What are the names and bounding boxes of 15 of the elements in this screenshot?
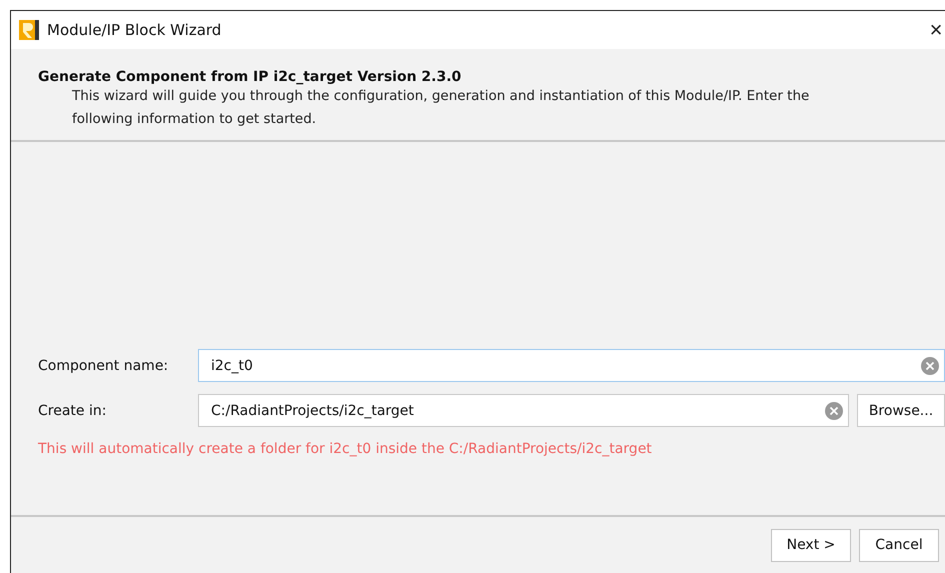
window-title: Module/IP Block Wizard [47,21,222,39]
app-logo-icon [19,20,39,40]
wizard-description: This wizard will guide you through the configuration, generation and instantiation of this Module/IP. Enter the following information to get started. [71,87,810,129]
info-message: This will automatically create a folder for i2c_t0 inside the C:/RadiantProjects/i2c_target [38,441,653,457]
wizard-heading: Generate Component from IP i2c_target Version 2.3.0 [38,69,462,85]
field-label: Create in: [38,402,108,418]
field-label: Component name: [38,358,170,374]
clear-icon[interactable] [921,357,939,375]
browse-button[interactable]: Browse... [857,394,945,427]
cancel-button[interactable]: Cancel [859,528,939,562]
text-field[interactable]: C:/RadiantProjects/i2c_target [198,394,849,427]
text-field[interactable]: i2c_t0 [198,349,945,382]
clear-icon[interactable] [825,402,843,420]
close-button[interactable]: × [927,15,945,45]
next-button[interactable]: Next > [771,528,851,562]
